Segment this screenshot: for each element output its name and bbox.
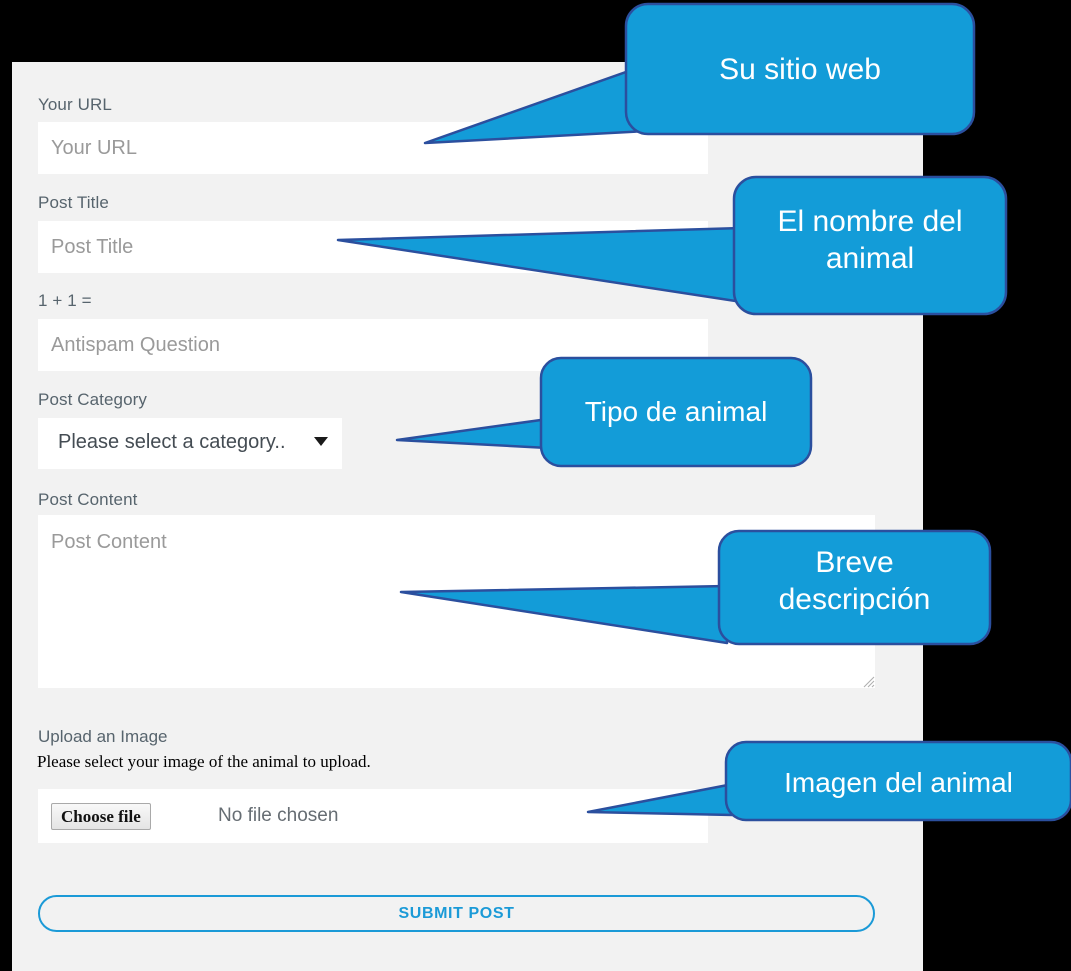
post-category-label: Post Category xyxy=(38,390,148,409)
antispam-input[interactable] xyxy=(38,319,708,371)
file-upload-field[interactable]: Choose file No file chosen xyxy=(38,789,708,843)
chevron-down-icon xyxy=(314,437,328,446)
antispam-label: 1 + 1 = xyxy=(38,291,92,310)
post-category-select[interactable]: Please select a category.. xyxy=(38,418,342,469)
post-content-textarea[interactable] xyxy=(38,515,875,688)
post-title-input[interactable] xyxy=(38,221,708,273)
post-content-label: Post Content xyxy=(38,490,138,509)
upload-image-description: Please select your image of the animal t… xyxy=(37,752,371,771)
post-title-label: Post Title xyxy=(38,193,109,212)
screenshot-root: Your URL Post Title 1 + 1 = Post Categor… xyxy=(0,0,1071,971)
url-label: Your URL xyxy=(38,95,112,114)
url-input[interactable] xyxy=(38,122,708,174)
choose-file-button[interactable]: Choose file xyxy=(51,803,151,830)
post-category-selected-value: Please select a category.. xyxy=(58,431,286,453)
file-chosen-status: No file chosen xyxy=(218,805,339,826)
submit-post-button[interactable]: SUBMIT POST xyxy=(38,895,875,932)
upload-image-label: Upload an Image xyxy=(38,727,168,746)
